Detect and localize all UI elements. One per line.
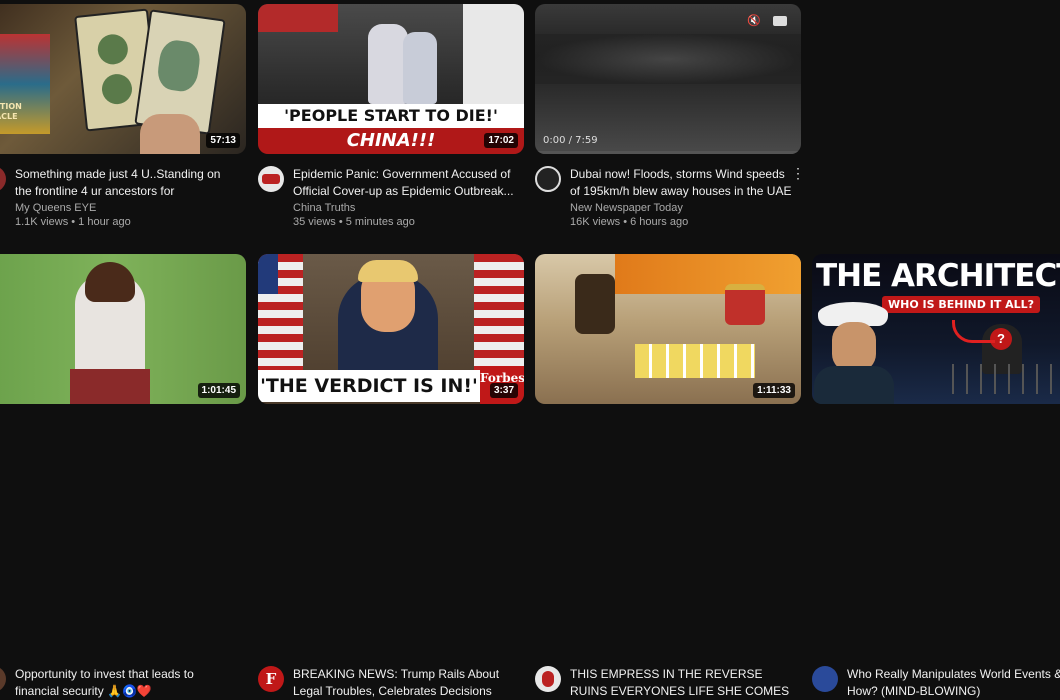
channel-avatar-letter: F [265,670,277,688]
hazmat-worker [403,32,437,104]
video-title[interactable]: Something made just 4 U..Standing on the… [15,166,237,200]
flag-left-canton [258,254,278,294]
building-sign [258,4,338,32]
video-meta: 16K views • 6 hours ago [570,216,689,228]
crown [725,284,765,325]
flag-right [474,254,524,379]
mute-icon[interactable]: 🔇 [747,14,761,27]
puppet-strings [952,364,1060,394]
table-cloth [70,369,150,404]
video-thumbnail[interactable]: ITUITION ORACLE 57:13 [0,4,246,154]
thumbnail-subheadline: WHO IS BEHIND IT ALL? [882,296,1041,313]
video-duration: 17:02 [484,133,518,148]
progress-bar[interactable] [535,151,801,154]
channel-avatar[interactable] [0,166,6,192]
lantern [575,274,615,334]
video-meta: 35 views • 5 minutes ago [293,216,415,228]
thumbnail-headline: 'PEOPLE START TO DIE!' [258,104,524,128]
channel-name[interactable]: China Truths [293,202,355,214]
person-face [832,322,876,372]
channel-name[interactable]: New Newspaper Today [570,202,683,214]
video-thumbnail[interactable]: 'PEOPLE START TO DIE!' CHINA!!! 17:02 [258,4,524,154]
red-arrow [952,320,995,343]
video-meta: 1.1K views • 1 hour ago [15,216,131,228]
channel-avatar[interactable] [535,666,561,692]
hand [140,114,200,154]
video-title[interactable]: Opportunity to invest that leads to fina… [15,666,237,700]
video-duration: 3:37 [489,383,518,398]
video-thumbnail[interactable]: 'THE VERDICT IS IN!' Forbes 3:37 [258,254,524,404]
hazmat-worker [368,24,408,104]
video-thumbnail[interactable]: 1:11:33 [535,254,801,404]
video-thumbnail[interactable]: THE ARCHITECT WHO IS BEHIND IT ALL? ? [812,254,1060,404]
video-title[interactable]: Who Really Manipulates World Events & Ho… [847,666,1060,700]
video-title[interactable]: THIS EMPRESS IN THE REVERSE RUINS EVERYO… [570,666,792,700]
video-player-preview[interactable]: 🔇 0:00 / 7:59 [535,4,801,154]
person-hair [85,262,135,302]
channel-avatar[interactable] [258,166,284,192]
video-thumbnail[interactable]: 1:01:45 [0,254,246,404]
person-body [814,366,894,404]
channel-avatar[interactable] [812,666,838,692]
speaker-hair [358,260,418,282]
ambulance [463,4,524,104]
video-title[interactable]: Epidemic Panic: Government Accused of Of… [293,166,515,200]
captions-icon[interactable] [773,16,787,26]
tarot-spread [635,344,755,378]
video-duration: 1:11:33 [753,383,795,398]
book-cover-text: ITUITION ORACLE [0,102,22,121]
channel-name[interactable]: My Queens EYE [15,202,96,214]
thumbnail-headline: THE ARCHITECT [816,258,1060,294]
more-actions-icon[interactable]: ⋮ [791,166,805,180]
video-duration: 1:01:45 [197,383,240,398]
channel-avatar[interactable] [0,666,6,692]
video-title[interactable]: BREAKING NEWS: Trump Rails About Legal T… [293,666,515,700]
channel-avatar[interactable] [535,166,561,192]
video-duration: 57:13 [206,133,240,148]
orange-cloth [615,254,801,294]
channel-avatar[interactable]: F [258,666,284,692]
playback-time: 0:00 / 7:59 [543,135,598,146]
video-title[interactable]: Dubai now! Floods, storms Wind speeds of… [570,166,792,200]
storm-clouds [535,34,801,84]
thumbnail-headline: 'THE VERDICT IS IN!' [258,370,480,402]
